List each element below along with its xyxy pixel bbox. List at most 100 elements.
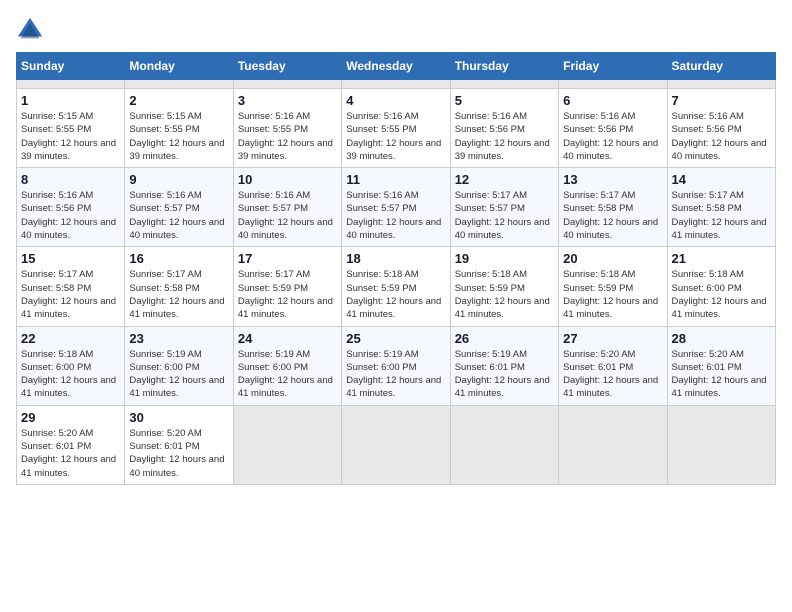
day-cell — [233, 405, 341, 484]
day-cell: 24Sunrise: 5:19 AMSunset: 6:00 PMDayligh… — [233, 326, 341, 405]
day-number: 18 — [346, 251, 445, 266]
day-cell — [342, 80, 450, 89]
day-number: 7 — [672, 93, 771, 108]
day-number: 28 — [672, 331, 771, 346]
day-info: Sunrise: 5:17 AMSunset: 5:58 PMDaylight:… — [129, 268, 228, 321]
day-cell: 17 Sunrise: 5:17 AMSunset: 5:59 PMDayligh… — [233, 247, 341, 326]
calendar-table: SundayMondayTuesdayWednesdayThursdayFrid… — [16, 52, 776, 485]
day-cell: 3 Sunrise: 5:16 AMSunset: 5:55 PMDaylight… — [233, 89, 341, 168]
day-cell: 29 Sunrise: 5:20 AMSunset: 6:01 PMDayligh… — [17, 405, 125, 484]
day-cell: 13Sunrise: 5:17 AMSunset: 5:58 PMDayligh… — [559, 168, 667, 247]
day-cell — [450, 80, 558, 89]
day-info: Sunrise: 5:16 AMSunset: 5:55 PMDaylight:… — [238, 110, 337, 163]
day-number: 19 — [455, 251, 554, 266]
day-info: Sunrise: 5:20 AMSunset: 6:01 PMDaylight:… — [129, 427, 228, 480]
day-cell: 18 Sunrise: 5:18 AMSunset: 5:59 PMDayligh… — [342, 247, 450, 326]
day-info: Sunrise: 5:19 AMSunset: 6:00 PMDaylight:… — [129, 348, 228, 401]
day-number: 29 — [21, 410, 120, 425]
day-info: Sunrise: 5:15 AMSunset: 5:55 PMDaylight:… — [21, 110, 120, 163]
day-cell: 15 Sunrise: 5:17 AMSunset: 5:58 PMDayligh… — [17, 247, 125, 326]
day-cell — [667, 405, 775, 484]
day-info: Sunrise: 5:18 AMSunset: 5:59 PMDaylight:… — [455, 268, 554, 321]
day-number: 3 — [238, 93, 337, 108]
day-number: 22 — [21, 331, 120, 346]
col-header-tuesday: Tuesday — [233, 53, 341, 80]
day-cell: 9Sunrise: 5:16 AMSunset: 5:57 PMDaylight… — [125, 168, 233, 247]
day-cell: 30 Sunrise: 5:20 AMSunset: 6:01 PMDayligh… — [125, 405, 233, 484]
day-number: 17 — [238, 251, 337, 266]
day-info: Sunrise: 5:19 AMSunset: 6:00 PMDaylight:… — [238, 348, 337, 401]
day-cell: 7 Sunrise: 5:16 AMSunset: 5:56 PMDaylight… — [667, 89, 775, 168]
day-cell: 12Sunrise: 5:17 AMSunset: 5:57 PMDayligh… — [450, 168, 558, 247]
day-cell: 21 Sunrise: 5:18 AMSunset: 6:00 PMDayligh… — [667, 247, 775, 326]
day-number: 2 — [129, 93, 228, 108]
day-cell: 19 Sunrise: 5:18 AMSunset: 5:59 PMDayligh… — [450, 247, 558, 326]
day-cell: 14Sunrise: 5:17 AMSunset: 5:58 PMDayligh… — [667, 168, 775, 247]
day-cell: 8Sunrise: 5:16 AMSunset: 5:56 PMDaylight… — [17, 168, 125, 247]
day-cell — [17, 80, 125, 89]
day-info: Sunrise: 5:20 AMSunset: 6:01 PMDaylight:… — [21, 427, 120, 480]
day-info: Sunrise: 5:17 AMSunset: 5:58 PMDaylight:… — [672, 189, 771, 242]
day-cell — [450, 405, 558, 484]
day-cell: 27Sunrise: 5:20 AMSunset: 6:01 PMDayligh… — [559, 326, 667, 405]
day-info: Sunrise: 5:19 AMSunset: 6:01 PMDaylight:… — [455, 348, 554, 401]
logo — [16, 16, 48, 44]
day-cell — [667, 80, 775, 89]
day-info: Sunrise: 5:18 AMSunset: 6:00 PMDaylight:… — [672, 268, 771, 321]
week-row-0 — [17, 80, 776, 89]
day-cell: 6 Sunrise: 5:16 AMSunset: 5:56 PMDaylight… — [559, 89, 667, 168]
day-number: 20 — [563, 251, 662, 266]
day-info: Sunrise: 5:16 AMSunset: 5:55 PMDaylight:… — [346, 110, 445, 163]
day-cell: 25Sunrise: 5:19 AMSunset: 6:00 PMDayligh… — [342, 326, 450, 405]
day-number: 30 — [129, 410, 228, 425]
day-number: 15 — [21, 251, 120, 266]
col-header-wednesday: Wednesday — [342, 53, 450, 80]
day-cell: 20 Sunrise: 5:18 AMSunset: 5:59 PMDayligh… — [559, 247, 667, 326]
day-cell: 4 Sunrise: 5:16 AMSunset: 5:55 PMDaylight… — [342, 89, 450, 168]
day-number: 25 — [346, 331, 445, 346]
day-cell: 26 Sunrise: 5:19 AMSunset: 6:01 PMDayligh… — [450, 326, 558, 405]
week-row-4: 22 Sunrise: 5:18 AMSunset: 6:00 PMDayligh… — [17, 326, 776, 405]
day-info: Sunrise: 5:16 AMSunset: 5:56 PMDaylight:… — [21, 189, 120, 242]
week-row-5: 29 Sunrise: 5:20 AMSunset: 6:01 PMDayligh… — [17, 405, 776, 484]
day-cell: 16Sunrise: 5:17 AMSunset: 5:58 PMDayligh… — [125, 247, 233, 326]
day-cell — [559, 405, 667, 484]
day-info: Sunrise: 5:20 AMSunset: 6:01 PMDaylight:… — [563, 348, 662, 401]
day-number: 13 — [563, 172, 662, 187]
day-info: Sunrise: 5:18 AMSunset: 5:59 PMDaylight:… — [346, 268, 445, 321]
calendar-body: 1 Sunrise: 5:15 AMSunset: 5:55 PMDaylight… — [17, 80, 776, 485]
day-info: Sunrise: 5:18 AMSunset: 6:00 PMDaylight:… — [21, 348, 120, 401]
day-number: 12 — [455, 172, 554, 187]
day-info: Sunrise: 5:16 AMSunset: 5:57 PMDaylight:… — [238, 189, 337, 242]
day-number: 11 — [346, 172, 445, 187]
day-cell — [559, 80, 667, 89]
day-number: 23 — [129, 331, 228, 346]
day-cell: 22 Sunrise: 5:18 AMSunset: 6:00 PMDayligh… — [17, 326, 125, 405]
col-header-friday: Friday — [559, 53, 667, 80]
col-header-thursday: Thursday — [450, 53, 558, 80]
day-number: 26 — [455, 331, 554, 346]
day-info: Sunrise: 5:16 AMSunset: 5:56 PMDaylight:… — [455, 110, 554, 163]
day-info: Sunrise: 5:16 AMSunset: 5:56 PMDaylight:… — [563, 110, 662, 163]
week-row-3: 15 Sunrise: 5:17 AMSunset: 5:58 PMDayligh… — [17, 247, 776, 326]
day-cell — [342, 405, 450, 484]
week-row-1: 1 Sunrise: 5:15 AMSunset: 5:55 PMDaylight… — [17, 89, 776, 168]
day-info: Sunrise: 5:17 AMSunset: 5:59 PMDaylight:… — [238, 268, 337, 321]
day-cell: 10 Sunrise: 5:16 AMSunset: 5:57 PMDayligh… — [233, 168, 341, 247]
day-cell: 11 Sunrise: 5:16 AMSunset: 5:57 PMDayligh… — [342, 168, 450, 247]
day-cell: 23 Sunrise: 5:19 AMSunset: 6:00 PMDayligh… — [125, 326, 233, 405]
day-number: 4 — [346, 93, 445, 108]
day-number: 10 — [238, 172, 337, 187]
day-info: Sunrise: 5:16 AMSunset: 5:57 PMDaylight:… — [346, 189, 445, 242]
day-info: Sunrise: 5:20 AMSunset: 6:01 PMDaylight:… — [672, 348, 771, 401]
day-number: 21 — [672, 251, 771, 266]
header — [16, 16, 776, 44]
day-info: Sunrise: 5:15 AMSunset: 5:55 PMDaylight:… — [129, 110, 228, 163]
day-info: Sunrise: 5:17 AMSunset: 5:58 PMDaylight:… — [21, 268, 120, 321]
day-info: Sunrise: 5:16 AMSunset: 5:56 PMDaylight:… — [672, 110, 771, 163]
day-cell — [233, 80, 341, 89]
day-info: Sunrise: 5:18 AMSunset: 5:59 PMDaylight:… — [563, 268, 662, 321]
day-number: 6 — [563, 93, 662, 108]
day-cell — [125, 80, 233, 89]
day-number: 1 — [21, 93, 120, 108]
